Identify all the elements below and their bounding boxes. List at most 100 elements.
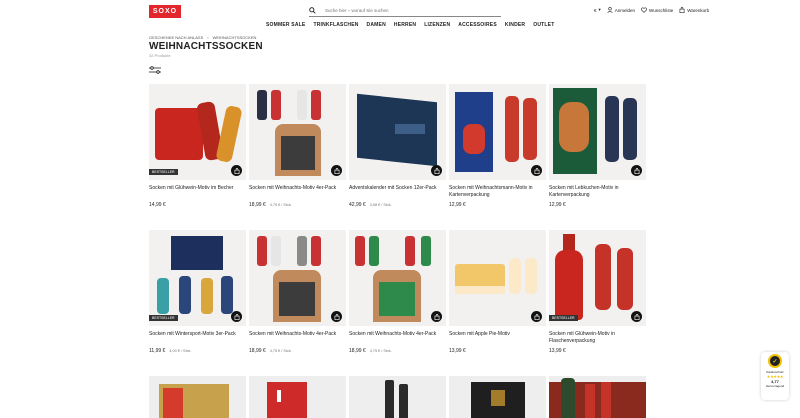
add-to-cart-button[interactable] [531,311,542,322]
product-card[interactable]: Socken mit Weihnachts-Motiv 4er-Pack 18,9… [249,84,346,208]
price-value: 18,99 € [349,348,366,354]
product-name[interactable]: Socken mit Glühwein-Motiv im Becher [149,185,246,199]
breadcrumb: GESCHENKE NACH ANLASS › WEIHNACHTSSOCKEN [149,35,256,40]
price-value: 11,99 € [149,348,166,354]
product-image[interactable] [449,376,546,418]
product-price: 12,99 € [549,202,646,208]
product-image[interactable] [349,230,446,326]
unit-price: 3,58 € / Stck. [369,203,392,207]
product-card[interactable]: BESTSELLER Socken mit Glühwein-Motiv im B… [149,84,246,208]
product-name[interactable]: Socken mit Weihnachts-Motiv 4er-Pack [349,331,446,345]
nav-item[interactable]: DAMEN [363,22,390,28]
price-value: 13,99 € [549,348,566,354]
product-image[interactable]: BESTSELLER [149,84,246,180]
logo[interactable]: SOXO [149,5,181,18]
add-to-cart-button[interactable] [431,165,442,176]
search-input[interactable] [325,8,495,13]
trust-badge[interactable]: ✓ Käuferschutz ★★★★★ 4,77 Hervorragend [761,352,789,400]
bag-icon [434,167,439,174]
add-to-cart-button[interactable] [231,311,242,322]
nav-item[interactable]: KINDER [501,22,529,28]
product-card[interactable]: BESTSELLER Socken mit Wintersport-Motiv 3… [149,230,246,354]
product-count: 32 Produkte [149,53,171,58]
product-name[interactable]: Socken mit Weihnachts-Motiv 4er-Pack [249,331,346,345]
nav-item[interactable]: OUTLET [529,22,558,28]
product-image[interactable]: BESTSELLER [149,230,246,326]
product-card[interactable]: Socken mit Weihnachts-Motiv 4er-Pack 18,9… [249,230,346,354]
product-image[interactable] [549,84,646,180]
product-price: 18,99 €4,75 € / Stck. [249,348,346,354]
product-image[interactable] [149,376,246,418]
product-image[interactable] [249,230,346,326]
add-to-cart-button[interactable] [631,311,642,322]
product-price: 12,99 € [449,202,546,208]
filter-icon[interactable] [149,66,161,74]
nav-item[interactable]: SOMMER SALE [262,22,309,28]
product-price: 18,99 €4,75 € / Stck. [349,348,446,354]
bag-icon [679,7,685,13]
product-name[interactable]: Socken mit Apple Pie-Motiv [449,331,546,345]
product-image[interactable] [449,84,546,180]
price-value: 18,99 € [249,348,266,354]
product-image[interactable] [349,376,446,418]
product-name[interactable]: Socken mit Wintersport-Motiv 3er-Pack [149,331,246,345]
bag-icon [534,313,539,320]
add-to-cart-button[interactable] [431,311,442,322]
nav-item[interactable]: ACCESSOIRES [454,22,501,28]
breadcrumb-item[interactable]: GESCHENKE NACH ANLASS [149,35,203,40]
search-bar[interactable] [309,5,501,17]
product-image[interactable]: BESTSELLER [549,230,646,326]
add-to-cart-button[interactable] [331,165,342,176]
heart-icon [641,7,647,13]
breadcrumb-separator: › [207,35,209,40]
price-value: 18,99 € [249,202,266,208]
product-name[interactable]: Socken mit Lebkuchen-Motiv in Kartenverp… [549,185,646,199]
product-price: 11,99 €4,00 € / Stck. [149,348,246,354]
product-image[interactable] [549,376,646,418]
product-card[interactable]: Socken mit Weihnachts-Motiv 4er-Pack 18,9… [349,230,446,354]
breadcrumb-item[interactable]: WEIHNACHTSSOCKEN [213,35,257,40]
wishlist-link[interactable]: Wunschliste [641,7,673,13]
product-card[interactable]: Socken mit Weihnachtsmann-Motiv in Karte… [449,84,546,208]
bag-icon [334,167,339,174]
price-value: 12,99 € [449,202,466,208]
bag-icon [234,313,239,320]
product-image[interactable] [349,84,446,180]
product-price: 18,99 €4,75 € / Stck. [249,202,346,208]
add-to-cart-button[interactable] [331,311,342,322]
cart-link[interactable]: Warenkorb [679,7,709,13]
currency-selector[interactable]: € ▾ [594,7,601,13]
product-image[interactable] [249,84,346,180]
login-link[interactable]: Anmelden [607,7,635,13]
product-name[interactable]: Socken mit Weihnachtsmann-Motiv in Karte… [449,185,546,199]
add-to-cart-button[interactable] [631,165,642,176]
price-value: 42,99 € [349,202,366,208]
add-to-cart-button[interactable] [231,165,242,176]
chevron-down-icon: ▾ [598,7,601,12]
unit-price: 4,00 € / Stck. [169,349,192,353]
bestseller-badge: BESTSELLER [549,315,578,321]
product-name[interactable]: Adventskalender mit Socken 12er-Pack [349,185,446,199]
page-title: WEIHNACHTSSOCKEN [149,41,263,52]
unit-price: 4,75 € / Stck. [369,349,392,353]
product-image[interactable] [249,376,346,418]
product-name[interactable]: Socken mit Weihnachts-Motiv 4er-Pack [249,185,346,199]
user-icon [607,7,613,13]
bag-icon [334,313,339,320]
bag-icon [234,167,239,174]
product-card[interactable]: Socken mit Apple Pie-Motiv 13,99 € [449,230,546,354]
bestseller-badge: BESTSELLER [149,315,178,321]
add-to-cart-button[interactable] [531,165,542,176]
product-card[interactable]: Adventskalender mit Socken 12er-Pack 42,9… [349,84,446,208]
product-price: 42,99 €3,58 € / Stck. [349,202,446,208]
product-card[interactable]: Socken mit Lebkuchen-Motiv in Kartenverp… [549,84,646,208]
nav-item[interactable]: HERREN [390,22,420,28]
product-card[interactable]: BESTSELLER Socken mit Glühwein-Motiv in F… [549,230,646,354]
product-name[interactable]: Socken mit Glühwein-Motiv in Flaschenver… [549,331,646,345]
shield-check-icon: ✓ [768,354,782,368]
header: SOXO €▾ Anmelden Wunschliste Warenkorb S… [0,0,800,34]
nav-item[interactable]: LIZENZEN [420,22,454,28]
product-price: 13,99 € [549,348,646,354]
product-image[interactable] [449,230,546,326]
nav-item[interactable]: TRINKFLASCHEN [309,22,362,28]
